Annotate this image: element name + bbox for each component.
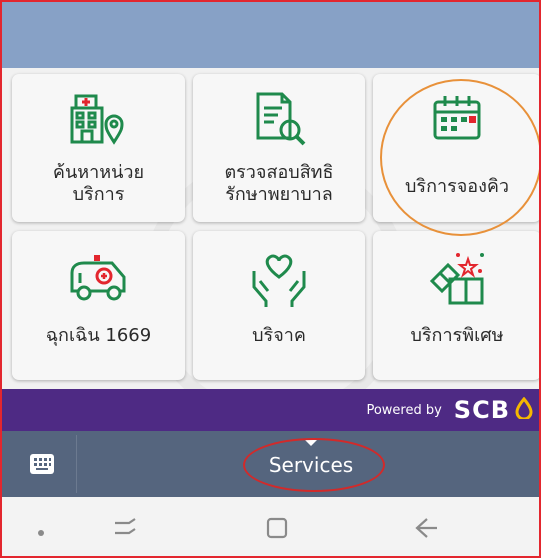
- tile-label: บริการพิเศษ: [410, 325, 504, 346]
- document-search-icon: [248, 88, 310, 154]
- tile-check-rights[interactable]: ตรวจสอบสิทธิ รักษาพยาบาล: [193, 74, 365, 222]
- caret-down-icon[interactable]: [305, 440, 317, 446]
- tile-donate[interactable]: บริจาค: [193, 231, 365, 380]
- tile-emergency[interactable]: ฉุกเฉิน 1669: [12, 231, 185, 380]
- scb-logo-icon: [513, 396, 535, 423]
- tile-label: บริการจองคิว: [404, 176, 510, 197]
- hospital-location-icon: [68, 86, 130, 152]
- tile-find-unit[interactable]: ค้นหาหน่วย บริการ: [12, 74, 185, 222]
- calendar-icon: [429, 90, 485, 150]
- home-icon[interactable]: [264, 515, 290, 545]
- powered-by-bar: Powered by SCB: [0, 389, 541, 431]
- header-band: [0, 0, 541, 68]
- tile-label: ฉุกเฉิน 1669: [45, 325, 152, 346]
- back-icon[interactable]: [413, 515, 441, 545]
- tile-special-service[interactable]: บริการพิเศษ: [373, 231, 541, 380]
- tile-queue-booking[interactable]: บริการจองคิว: [373, 74, 541, 222]
- tile-label: บริจาค: [252, 325, 306, 346]
- powered-by-text: Powered by: [366, 402, 442, 418]
- gift-icon: [424, 249, 490, 311]
- hands-heart-icon: [248, 251, 310, 313]
- scb-logo-text: SCB: [453, 396, 510, 424]
- tile-label: ค้นหาหน่วย บริการ: [52, 162, 145, 205]
- services-button[interactable]: Services: [0, 453, 541, 477]
- dot-icon[interactable]: [36, 523, 46, 542]
- system-nav-bar: [0, 497, 541, 558]
- tile-label: ตรวจสอบสิทธิ รักษาพยาบาล: [224, 162, 334, 205]
- recent-apps-icon[interactable]: [111, 515, 139, 545]
- ambulance-icon: [66, 251, 132, 311]
- services-bar: Services: [0, 431, 541, 497]
